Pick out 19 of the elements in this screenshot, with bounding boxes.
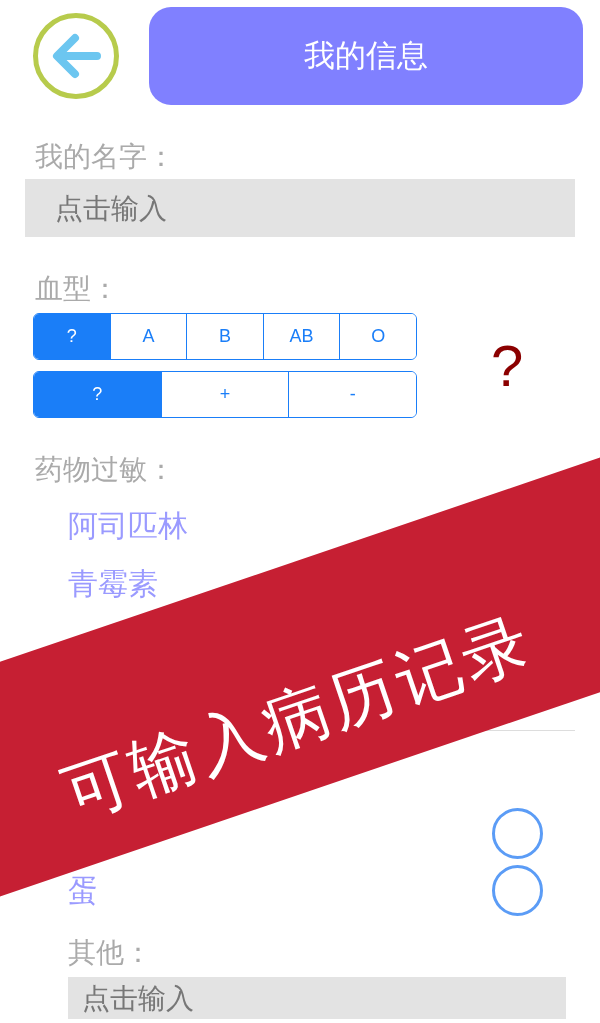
placeholder-text: 点击输入 <box>82 981 194 1017</box>
allergy-item[interactable]: 青霉素 <box>68 564 158 604</box>
field-label: 我的名字： <box>35 139 176 175</box>
check-circle[interactable] <box>492 865 543 916</box>
allergy-item[interactable]: 阿司匹林 <box>68 506 188 546</box>
segment-option[interactable]: O <box>339 314 416 359</box>
segment-option[interactable]: ? <box>34 372 161 417</box>
field-label: 药物过敏： <box>35 452 176 488</box>
segment-option[interactable]: ? <box>34 314 110 359</box>
blood-type-result: ? <box>491 332 524 399</box>
field-label: 其他： <box>68 935 153 971</box>
check-circle[interactable] <box>492 808 543 859</box>
segment-option[interactable]: - <box>288 372 416 417</box>
name-input-field[interactable]: 点击输入 <box>25 179 575 237</box>
field-label: 血型： <box>35 271 120 307</box>
banner-text: 可输入病历记录 <box>55 608 541 828</box>
page-title: 我的信息 <box>304 36 428 75</box>
text-input-field[interactable]: 点击输入 <box>68 977 566 1019</box>
allergy-item[interactable]: 蛋 <box>68 870 98 911</box>
